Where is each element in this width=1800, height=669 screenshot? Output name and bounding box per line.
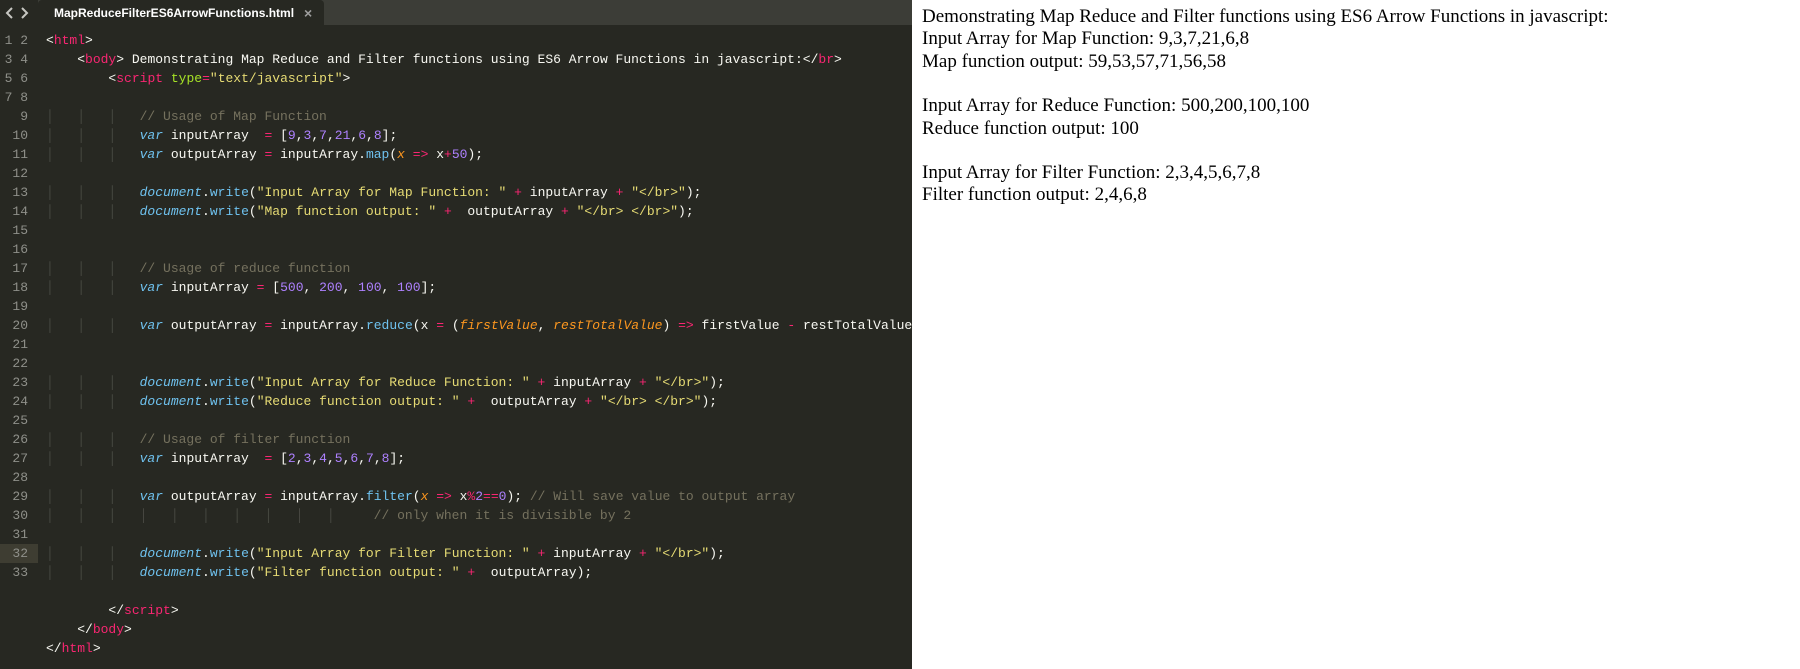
output-line: Filter function output: 2,4,6,8	[922, 184, 1790, 206]
output-line: Input Array for Reduce Function: 500,200…	[922, 95, 1790, 117]
close-icon[interactable]: ×	[304, 6, 312, 20]
file-tab[interactable]: MapReduceFilterES6ArrowFunctions.html ×	[38, 0, 324, 25]
output-line: Demonstrating Map Reduce and Filter func…	[922, 6, 1790, 28]
output-line: Reduce function output: 100	[922, 118, 1790, 140]
nav-back-icon[interactable]	[4, 7, 16, 19]
output-line: Input Array for Filter Function: 2,3,4,5…	[922, 162, 1790, 184]
file-tab-title: MapReduceFilterES6ArrowFunctions.html	[54, 6, 294, 20]
nav-arrows	[0, 0, 38, 25]
blank-line	[922, 73, 1790, 95]
output-line: Map function output: 59,53,57,71,56,58	[922, 51, 1790, 73]
code-editor: MapReduceFilterES6ArrowFunctions.html × …	[0, 0, 912, 669]
titlebar: MapReduceFilterES6ArrowFunctions.html ×	[0, 0, 912, 25]
code-area[interactable]: 1 2 3 4 5 6 7 8 9 10 11 12 13 14 15 16 1…	[0, 25, 912, 669]
browser-output: Demonstrating Map Reduce and Filter func…	[912, 0, 1800, 669]
output-line: Input Array for Map Function: 9,3,7,21,6…	[922, 28, 1790, 50]
nav-forward-icon[interactable]	[18, 7, 30, 19]
blank-line	[922, 140, 1790, 162]
code-content[interactable]: <html> <body> Demonstrating Map Reduce a…	[38, 25, 912, 669]
line-number-gutter: 1 2 3 4 5 6 7 8 9 10 11 12 13 14 15 16 1…	[0, 25, 38, 669]
tab-strip-empty	[324, 0, 912, 25]
